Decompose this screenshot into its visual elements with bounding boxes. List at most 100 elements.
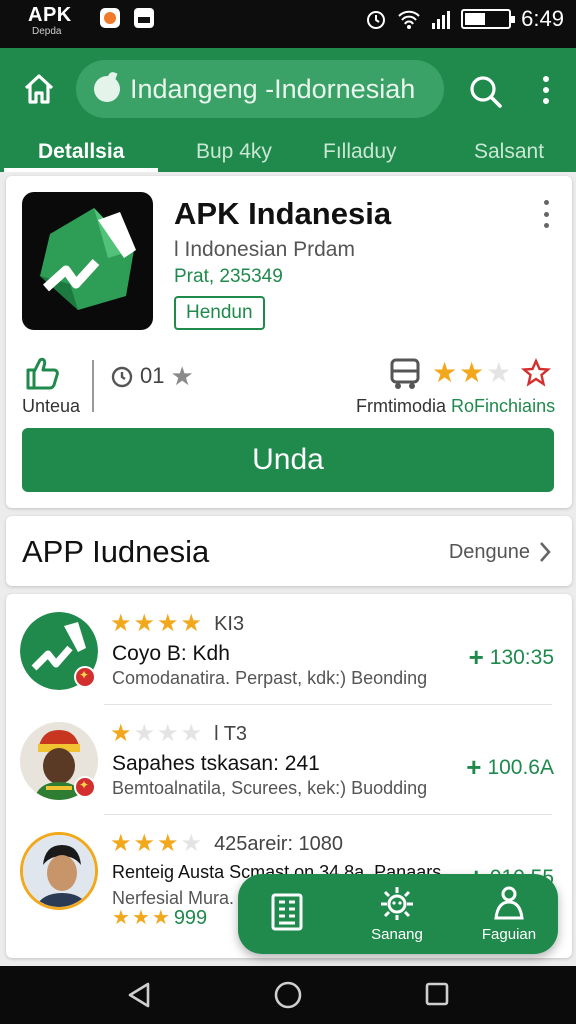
item-small-rating: ★ ★ ★ 999 [112, 904, 207, 932]
item-size[interactable]: +130:35 [469, 642, 554, 673]
tab-salsant[interactable]: Salsant [474, 140, 544, 164]
item-stars: ★ ★ ★ ★ [110, 720, 202, 748]
star-icon: ★ [151, 907, 170, 929]
app-detail-card: APK Indanesia l Indonesian Prdam Prat, 2… [6, 176, 572, 508]
app-developer: l Indonesian Prdam [174, 238, 355, 261]
divider [104, 814, 552, 815]
star-icon: ★ [110, 720, 132, 747]
search-button[interactable] [466, 72, 506, 112]
publisher-line: Frmtimodia RoFinchiains [356, 396, 555, 417]
item-rating: ★ ★ ★ ★ l T3 [110, 720, 247, 748]
item-title: Sapahes tskasan: 241 [112, 752, 320, 775]
plus-icon: + [468, 642, 484, 672]
star-icon: ★ [180, 830, 203, 857]
star-icon: ★ [131, 907, 150, 929]
publisher-a: Frmtimodia [356, 396, 447, 416]
item-desc: Comodanatira. Perpast, kdk:) Beonding [112, 668, 428, 688]
section-title: APP Iudnesia [22, 534, 210, 569]
install-label: Unteua [22, 396, 81, 416]
home-button[interactable] [18, 68, 60, 110]
app-tag-button[interactable]: Hendun [174, 296, 265, 330]
star-icon: ★ [112, 907, 130, 929]
card-more-icon[interactable] [542, 200, 550, 228]
item-rating: ★ ★ ★ ★ 425areir: 1080 [110, 830, 343, 858]
tab-filladuy[interactable]: Fılladuy [323, 140, 397, 164]
search-icon [470, 76, 502, 108]
star-icon: ★ [170, 361, 194, 391]
fab-faguian-label: Faguian [481, 926, 537, 943]
item-size-value: 130:35 [489, 645, 554, 669]
sun-gear-icon [381, 887, 413, 920]
list-item[interactable]: ★★★★ l T3 Sapahes tskasan: 241 Bemtoalna… [6, 710, 572, 818]
status-brand-sub: Depda [32, 26, 62, 37]
divider [104, 704, 552, 705]
section-header: APP Iudnesia Dengune [6, 516, 572, 586]
tab-detallsia[interactable]: Detallsia [38, 140, 124, 164]
publisher-b[interactable]: RoFinchiains [451, 396, 555, 416]
list-item[interactable]: ★★★★ KI3 Coyo B: Kdh Comodanatira. Perpa… [6, 600, 572, 708]
item-rating-text: KI3 [214, 612, 245, 635]
app-logo-icon [22, 192, 153, 330]
star-icon: ★ [110, 830, 132, 857]
fab-building-button[interactable] [242, 892, 332, 932]
clock-icon [111, 366, 133, 388]
see-more-label: Dengune [448, 540, 530, 563]
search-text: Indangeng -Indornesiah [130, 73, 416, 104]
leaf-icon [94, 76, 120, 102]
app-bar: Indangeng -Indornesiah [0, 48, 576, 132]
fab-sanang-button[interactable]: Sanang [352, 884, 442, 943]
search-bar[interactable]: Indangeng -Indornesiah [76, 60, 444, 118]
more-vert-icon[interactable] [530, 70, 562, 110]
rating-count: 01 ★ [110, 362, 194, 390]
item-title: Coyo B: Kdh [112, 642, 230, 665]
recents-icon[interactable] [424, 981, 450, 1007]
floating-action-bar: Sanang Faguian [238, 874, 558, 954]
badge-icon [74, 776, 96, 798]
avatar [20, 832, 98, 910]
alarm-icon [367, 11, 386, 29]
home-icon [24, 74, 54, 104]
rating-count-value: 01 [140, 363, 165, 388]
tab-bup4ky[interactable]: Bup 4ky [196, 140, 272, 164]
star-outline-icon [521, 358, 552, 387]
star-icon: ★ [133, 720, 156, 747]
item-stars: ★ ★ ★ ★ [110, 610, 202, 638]
see-more-link[interactable]: Dengune [449, 540, 552, 564]
star-icon: ★ [110, 610, 132, 637]
star-icon: ★ [157, 610, 179, 637]
item-size[interactable]: +100.6A [466, 752, 554, 783]
star-icon: ★ [432, 357, 458, 388]
item-small-rating-value: 999 [173, 906, 208, 929]
tab-bar: Detallsia Bup 4ky Fılladuy Salsant [0, 132, 576, 172]
app-name: APK Indanesia [174, 196, 392, 231]
item-rating-text: l T3 [214, 722, 248, 745]
plus-icon: + [466, 752, 482, 782]
item-desc: Bemtoalnatila, Scurees, kek:) Buodding [112, 778, 428, 798]
notification-app-icon [100, 8, 120, 28]
item-stars: ★ ★ ★ ★ [110, 830, 202, 858]
star-icon: ★ [133, 830, 156, 857]
fab-faguian-button[interactable]: Faguian [464, 884, 554, 943]
battery-icon [461, 9, 516, 29]
status-right: 6:49 [365, 6, 564, 32]
status-bar: APK Depda 6:49 [0, 0, 576, 48]
thumbs-up-icon [22, 354, 82, 395]
system-nav-bar [0, 966, 576, 1024]
back-icon[interactable] [124, 980, 154, 1010]
install-button[interactable]: Unda [22, 428, 554, 492]
star-icon: ★ [133, 610, 156, 637]
rating-icons: ★ ★ ★ [388, 356, 552, 390]
item-rating: ★ ★ ★ ★ KI3 [110, 610, 244, 638]
item-size-value: 100.6A [487, 755, 554, 779]
star-icon: ★ [157, 830, 179, 857]
signal-icon [432, 11, 451, 29]
fab-sanang-label: Sanang [371, 926, 423, 943]
notification-image-icon [134, 8, 154, 28]
star-icon: ★ [180, 720, 203, 747]
home-circle-icon[interactable] [273, 980, 303, 1010]
star-icon: ★ [459, 357, 485, 388]
tab-indicator [4, 168, 158, 172]
status-brand-text: APK [28, 4, 72, 26]
stat-divider [92, 360, 94, 412]
star-icon: ★ [486, 357, 512, 388]
